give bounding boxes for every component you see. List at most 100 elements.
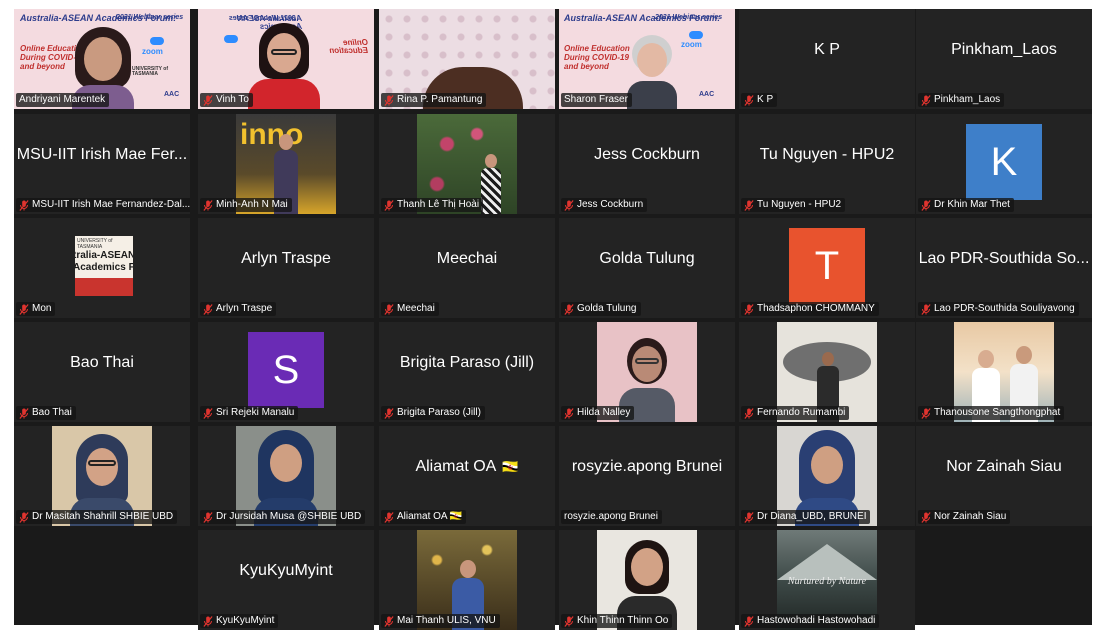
participant-name: Hastowohadi Hastowohadi bbox=[757, 615, 876, 626]
gallery-view: Australia-ASEAN Academics Forum: 2021 We… bbox=[14, 9, 1092, 630]
participant-nameplate: Andriyani Marentek bbox=[16, 93, 110, 107]
muted-microphone-icon bbox=[384, 511, 394, 523]
participant-name: Thadsaphon CHOMMANY bbox=[757, 303, 875, 314]
participant-name: Thanousone Sangthongphat bbox=[934, 407, 1061, 418]
zoom-logo-text: zoom bbox=[142, 47, 163, 56]
participant-name: Aliamat OA 🇧🇳 bbox=[397, 511, 463, 522]
participant-nameplate: Dr Jursidah Musa @SHBIE UBD bbox=[200, 510, 366, 524]
video-tile-kyukyumyint[interactable]: KyuKyuMyint KyuKyuMyint bbox=[198, 530, 374, 630]
video-tile-minh-anh-n-mai[interactable]: inno Minh-Anh N Mai bbox=[198, 114, 374, 214]
participant-name: Hilda Nalley bbox=[577, 407, 631, 418]
muted-microphone-icon bbox=[19, 303, 29, 315]
participant-nameplate: rosyzie.apong Brunei bbox=[561, 510, 662, 524]
video-tile-k-p[interactable]: K P K P bbox=[739, 9, 915, 109]
participant-nameplate: Dr Diana_UBD, BRUNEI bbox=[741, 510, 871, 524]
video-tile-arlyn-traspe[interactable]: Arlyn Traspe Arlyn Traspe bbox=[198, 218, 374, 318]
video-tile-dr-jursidah-musa[interactable]: Dr Jursidah Musa @SHBIE UBD bbox=[198, 426, 374, 526]
participant-display-name: Brigita Paraso (Jill) bbox=[399, 354, 535, 371]
zoom-logo-text: zoom bbox=[681, 40, 702, 49]
video-tile-mai-thanh-ulis-vnu[interactable]: Mai Thanh ULIS, VNU bbox=[379, 530, 555, 630]
video-tile-thanousone-sangthongphat[interactable]: Thanousone Sangthongphat bbox=[916, 322, 1092, 422]
banner-subtitle-mirrored: Online Education bbox=[329, 38, 368, 56]
video-tile-meechai[interactable]: Meechai Meechai bbox=[379, 218, 555, 318]
participant-nameplate: Meechai bbox=[381, 302, 439, 316]
video-tile-mon[interactable]: UNIVERSITY of TASMANIA tralia-ASEAN Acad… bbox=[14, 218, 190, 318]
participant-video-person bbox=[627, 35, 677, 109]
video-tile-dr-diana-ubd[interactable]: Dr Diana_UBD, BRUNEI bbox=[739, 426, 915, 526]
poster-line-2: Academics Forum bbox=[75, 262, 133, 273]
video-tile-hastowohadi[interactable]: Nurtured by Nature Hastowohadi Hastowoha… bbox=[739, 530, 915, 630]
video-tile-lao-pdr-southida[interactable]: Lao PDR-Southida So... Lao PDR-Southida … bbox=[916, 218, 1092, 318]
participant-name: Mai Thanh ULIS, VNU bbox=[397, 615, 496, 626]
muted-microphone-icon bbox=[384, 303, 394, 315]
video-tile-khin-thinn-thinn-oo[interactable]: Khin Thinn Thinn Oo bbox=[559, 530, 735, 630]
video-tile-andriyani-marentek[interactable]: Australia-ASEAN Academics Forum: 2021 We… bbox=[14, 9, 190, 109]
video-tile-rosyzie-apong-brunei[interactable]: rosyzie.apong Brunei rosyzie.apong Brune… bbox=[559, 426, 735, 526]
muted-microphone-icon bbox=[921, 407, 931, 419]
muted-microphone-icon bbox=[744, 94, 754, 106]
video-tile-fernando-rumambi[interactable]: Fernando Rumambi bbox=[739, 322, 915, 422]
poster-university: UNIVERSITY of TASMANIA bbox=[77, 238, 113, 250]
aac-logo-text: AAC bbox=[164, 91, 180, 98]
participant-display-name: Meechai bbox=[436, 250, 498, 267]
video-tile-brigita-paraso[interactable]: Brigita Paraso (Jill) Brigita Paraso (Ji… bbox=[379, 322, 555, 422]
muted-microphone-icon bbox=[203, 199, 213, 211]
video-tile-tu-nguyen-hpu2[interactable]: Tu Nguyen - HPU2 Tu Nguyen - HPU2 bbox=[739, 114, 915, 214]
banner-series: 2021 Webinar series bbox=[116, 14, 184, 21]
video-tile-aliamat-oa[interactable]: Aliamat OA 🇧🇳 Aliamat OA 🇧🇳 bbox=[379, 426, 555, 526]
video-tile-pinkham-laos[interactable]: Pinkham_Laos Pinkham_Laos bbox=[916, 9, 1092, 109]
participant-name: Thanh Lê Thị Hoài bbox=[397, 199, 480, 210]
participant-nameplate: Tu Nguyen - HPU2 bbox=[741, 198, 846, 212]
muted-microphone-icon bbox=[203, 303, 213, 315]
brunei-flag-icon: 🇧🇳 bbox=[502, 459, 519, 474]
muted-microphone-icon bbox=[384, 199, 394, 211]
participant-nameplate: Lao PDR-Southida Souliyavong bbox=[918, 302, 1079, 316]
muted-microphone-icon bbox=[921, 511, 931, 523]
university-logo-text: UNIVERSITY of TASMANIA bbox=[132, 66, 169, 78]
participant-nameplate: Hilda Nalley bbox=[561, 406, 635, 420]
muted-microphone-icon bbox=[744, 511, 754, 523]
video-tile-thadsaphon-chommany[interactable]: T Thadsaphon CHOMMANY bbox=[739, 218, 915, 318]
participant-name: Andriyani Marentek bbox=[19, 94, 106, 105]
video-tile-rina-pamantung[interactable]: Rina P. Pamantung bbox=[379, 9, 555, 109]
muted-microphone-icon bbox=[564, 303, 574, 315]
poster-line-1: tralia-ASEAN bbox=[75, 250, 133, 261]
video-tile-jess-cockburn[interactable]: Jess Cockburn Jess Cockburn bbox=[559, 114, 735, 214]
participant-display-name: Golda Tulung bbox=[599, 250, 695, 267]
participant-nameplate: Minh-Anh N Mai bbox=[200, 198, 292, 212]
participant-display-name: Tu Nguyen - HPU2 bbox=[759, 146, 895, 163]
video-tile-golda-tulung[interactable]: Golda Tulung Golda Tulung bbox=[559, 218, 735, 318]
video-tile-nor-zainah-siau[interactable]: Nor Zainah Siau Nor Zainah Siau bbox=[916, 426, 1092, 526]
participant-nameplate: Khin Thinn Thinn Oo bbox=[561, 614, 673, 628]
video-tile-dr-masitah-shahrill[interactable]: Dr Masitah Shahrill SHBIE UBD bbox=[14, 426, 190, 526]
participant-display-name: Nor Zainah Siau bbox=[946, 458, 1062, 475]
participant-name: Mon bbox=[32, 303, 52, 314]
participant-name: K P bbox=[757, 94, 774, 105]
video-tile-msu-iit-irish-mae[interactable]: MSU-IIT Irish Mae Fer... MSU-IIT Irish M… bbox=[14, 114, 190, 214]
participant-nameplate: Dr Khin Mar Thet bbox=[918, 198, 1014, 212]
participant-name: KyuKyuMyint bbox=[216, 615, 275, 626]
participant-display-name: K P bbox=[814, 41, 840, 58]
participant-name: Golda Tulung bbox=[577, 303, 637, 314]
video-tile-thanh-le-thi-hoai[interactable]: Thanh Lê Thị Hoài bbox=[379, 114, 555, 214]
participant-name: Lao PDR-Southida Souliyavong bbox=[934, 303, 1075, 314]
participant-nameplate: KyuKyuMyint bbox=[200, 614, 279, 628]
video-tile-dr-khin-mar-thet[interactable]: K Dr Khin Mar Thet bbox=[916, 114, 1092, 214]
muted-microphone-icon bbox=[384, 407, 394, 419]
participant-nameplate: Fernando Rumambi bbox=[741, 406, 850, 420]
muted-microphone-icon bbox=[921, 303, 931, 315]
participant-name: Bao Thai bbox=[32, 407, 72, 418]
participant-video-person bbox=[244, 21, 324, 109]
video-tile-bao-thai[interactable]: Bao Thai Bao Thai bbox=[14, 322, 190, 422]
participant-nameplate: MSU-IIT Irish Mae Fernandez-Dal... bbox=[16, 198, 190, 212]
video-tile-sri-rejeki-manalu[interactable]: S Sri Rejeki Manalu bbox=[198, 322, 374, 422]
participant-name: Tu Nguyen - HPU2 bbox=[757, 199, 842, 210]
participant-display-name: Bao Thai bbox=[70, 354, 134, 371]
banner-series: 2021 Webinar series bbox=[655, 14, 723, 21]
video-tile-vinh-to[interactable]: Australia-ASEAN Academics Forum: 2021 We… bbox=[198, 9, 374, 109]
participant-display-name: KyuKyuMyint bbox=[239, 562, 333, 579]
video-tile-sharon-fraser[interactable]: Australia-ASEAN Academics Forum: 2021 We… bbox=[559, 9, 735, 109]
video-tile-hilda-nalley[interactable]: Hilda Nalley bbox=[559, 322, 735, 422]
participant-name: Brigita Paraso (Jill) bbox=[397, 407, 481, 418]
participant-name: Dr Khin Mar Thet bbox=[934, 199, 1010, 210]
